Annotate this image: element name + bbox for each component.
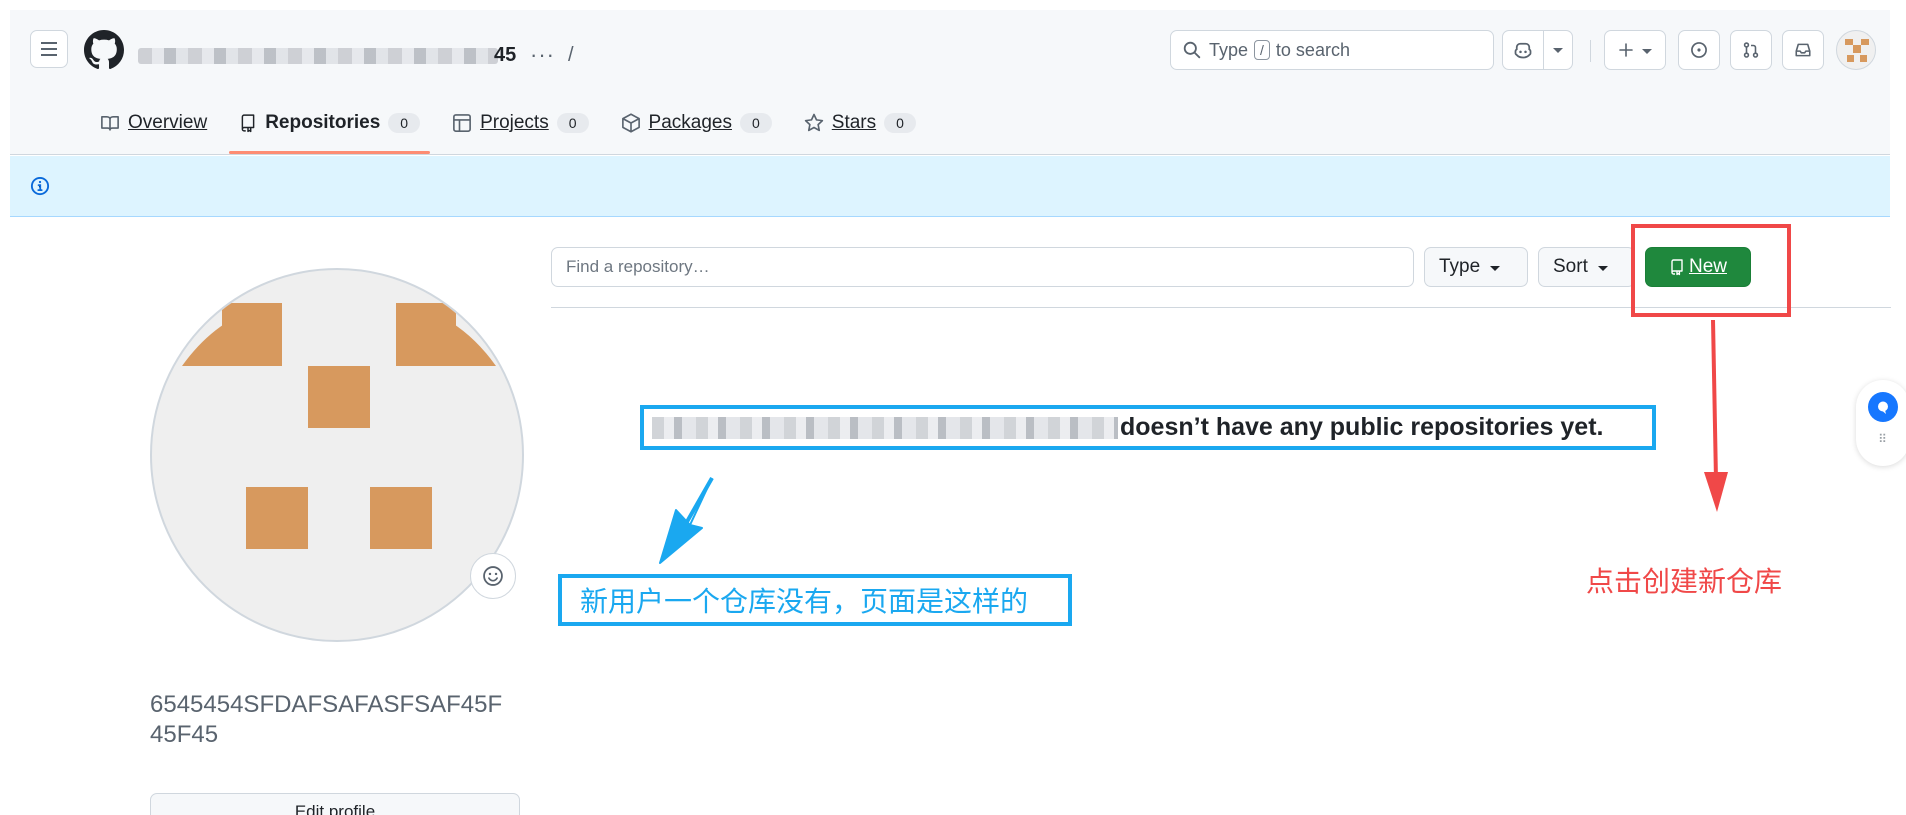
sort-button[interactable]: Sort bbox=[1538, 247, 1635, 287]
search-prefix: Type bbox=[1209, 39, 1249, 60]
info-icon bbox=[30, 176, 50, 196]
tab-count: 0 bbox=[556, 113, 589, 133]
edit-profile-button[interactable]: Edit profile bbox=[150, 793, 520, 815]
search-shortcut-key: / bbox=[1254, 40, 1270, 60]
sort-label: Sort bbox=[1553, 256, 1588, 277]
floating-assistant-widget[interactable]: ⠿ bbox=[1856, 380, 1906, 466]
repo-icon bbox=[241, 114, 255, 133]
info-banner bbox=[10, 156, 1890, 217]
tab-count: 0 bbox=[884, 113, 916, 133]
identicon-small bbox=[1845, 39, 1869, 62]
tab-label: Overview bbox=[128, 112, 208, 133]
empty-state-message: doesn’t have any public repositories yet… bbox=[1120, 413, 1604, 441]
type-filter-label: Type bbox=[1439, 256, 1481, 277]
chevron-down-icon bbox=[1642, 48, 1652, 54]
profile-full-name: 6545454SFDAFSAFASFSAF45F45F45 bbox=[150, 691, 503, 748]
set-status-button[interactable] bbox=[470, 553, 516, 599]
pull-requests-button[interactable] bbox=[1730, 30, 1772, 70]
username-tail[interactable]: 45 bbox=[494, 44, 516, 67]
pull-request-icon bbox=[1743, 42, 1759, 58]
header-divider bbox=[1590, 40, 1591, 62]
tab-label: Repositories bbox=[265, 112, 381, 133]
user-avatar-small[interactable] bbox=[1836, 30, 1876, 70]
global-header: 45 ··· / Type / to search Overview Repos… bbox=[10, 10, 1890, 155]
inbox-icon bbox=[1795, 43, 1811, 57]
username-redacted bbox=[652, 416, 1118, 439]
star-icon bbox=[804, 113, 823, 132]
inbox-button[interactable] bbox=[1782, 30, 1824, 70]
profile-avatar[interactable] bbox=[150, 268, 524, 642]
identicon bbox=[182, 303, 496, 549]
copilot-button[interactable] bbox=[1502, 30, 1544, 70]
annotation-blue-arrow bbox=[659, 477, 713, 564]
global-search-input[interactable]: Type / to search bbox=[1170, 30, 1494, 70]
chevron-down-icon bbox=[1597, 265, 1608, 271]
tab-projects[interactable]: Projects 0 bbox=[442, 105, 598, 141]
book-icon bbox=[101, 115, 119, 131]
tab-label: Projects bbox=[480, 112, 549, 133]
annotation-blue-note: 新用户一个仓库没有，页面是这样的 bbox=[558, 574, 1072, 626]
annotation-red-arrow bbox=[1711, 319, 1718, 481]
chevron-down-icon bbox=[1490, 265, 1501, 271]
breadcrumb-more-button[interactable]: ··· bbox=[530, 42, 555, 68]
table-icon bbox=[453, 114, 472, 132]
breadcrumb-separator: / bbox=[568, 44, 574, 66]
smiley-icon bbox=[483, 566, 503, 586]
type-filter-button[interactable]: Type bbox=[1424, 247, 1528, 287]
plus-icon bbox=[1619, 43, 1633, 57]
tab-label: Packages bbox=[648, 112, 732, 133]
empty-state-highlight: doesn’t have any public repositories yet… bbox=[640, 405, 1656, 450]
annotation-red-note: 点击创建新仓库 bbox=[1586, 565, 1783, 598]
tab-packages[interactable]: Packages 0 bbox=[611, 105, 782, 141]
create-new-button[interactable] bbox=[1604, 30, 1666, 70]
search-suffix: to search bbox=[1275, 39, 1350, 60]
username-redacted[interactable] bbox=[138, 48, 498, 64]
package-icon bbox=[621, 113, 640, 133]
menu-button[interactable] bbox=[30, 30, 68, 68]
copilot-icon bbox=[1514, 42, 1532, 59]
tab-repositories[interactable]: Repositories 0 bbox=[229, 105, 430, 154]
copilot-menu-button[interactable] bbox=[1543, 30, 1573, 70]
chevron-down-icon bbox=[1553, 47, 1563, 53]
find-repository-input[interactable] bbox=[551, 247, 1414, 287]
issues-button[interactable] bbox=[1678, 30, 1720, 70]
tab-count: 0 bbox=[739, 113, 772, 133]
tab-label: Stars bbox=[831, 112, 877, 133]
annotation-red-box bbox=[1631, 224, 1791, 317]
tab-stars[interactable]: Stars 0 bbox=[794, 105, 926, 141]
search-icon bbox=[1183, 41, 1201, 59]
chat-bubble-icon bbox=[1868, 392, 1898, 422]
tab-count: 0 bbox=[388, 113, 421, 133]
github-logo-icon[interactable] bbox=[84, 30, 124, 70]
tab-overview[interactable]: Overview bbox=[90, 105, 217, 141]
hamburger-icon bbox=[41, 40, 57, 58]
issue-icon bbox=[1691, 42, 1707, 58]
drag-handle-icon[interactable]: ⠿ bbox=[1878, 432, 1888, 446]
